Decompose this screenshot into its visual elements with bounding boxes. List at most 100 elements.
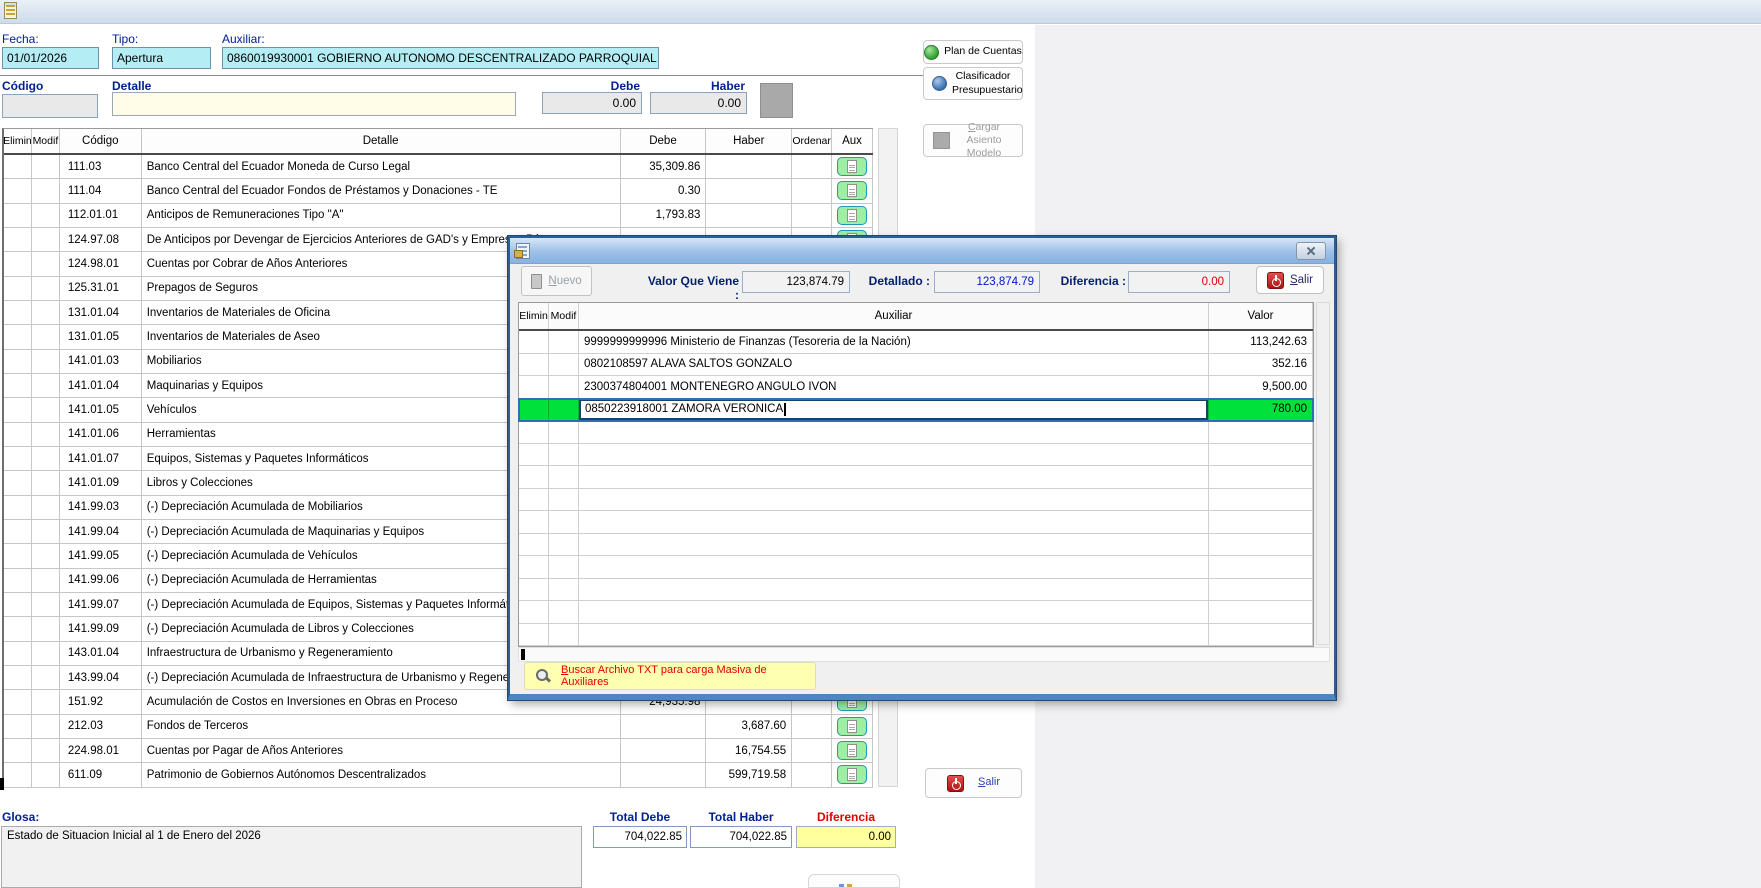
elimin-cell[interactable]: [4, 423, 32, 446]
valor-cell: [1209, 579, 1313, 601]
elimin-cell[interactable]: [4, 350, 32, 373]
elimin-cell[interactable]: [4, 374, 32, 397]
modif-cell[interactable]: [32, 350, 60, 373]
clasificador-button[interactable]: Clasificador Presupuestario: [923, 67, 1023, 100]
codigo-field[interactable]: [2, 94, 98, 118]
debe-cell: 35,309.86: [621, 155, 707, 178]
elimin-cell[interactable]: [4, 398, 32, 421]
aux-detail-button[interactable]: [837, 765, 867, 784]
aux-detail-button[interactable]: [837, 741, 867, 760]
modif-cell[interactable]: [32, 325, 60, 348]
haber-cell: [706, 179, 792, 202]
modif-cell[interactable]: [32, 301, 60, 324]
elimin-cell[interactable]: [4, 593, 32, 616]
elimin-cell: [519, 601, 549, 623]
modif-cell[interactable]: [32, 617, 60, 640]
modif-cell: [549, 534, 579, 556]
modif-cell[interactable]: [32, 374, 60, 397]
tipo-field[interactable]: Apertura: [112, 47, 211, 69]
codigo-cell: 611.09: [60, 763, 142, 786]
modif-cell[interactable]: [32, 544, 60, 567]
aux-detail-button[interactable]: [837, 157, 867, 176]
dialog-titlebar[interactable]: [510, 238, 1334, 264]
elimin-cell[interactable]: [519, 354, 549, 376]
auxiliar-cell: 2300374804001 MONTENEGRO ANGULO IVON: [579, 376, 1209, 398]
dialog-horizontal-scrollbar[interactable]: [518, 647, 1330, 662]
salir-button[interactable]: Salir: [925, 768, 1022, 798]
modif-cell[interactable]: [32, 690, 60, 713]
modif-cell[interactable]: [32, 155, 60, 178]
elimin-cell[interactable]: [4, 204, 32, 227]
elimin-cell[interactable]: [4, 715, 32, 738]
elimin-cell[interactable]: [4, 617, 32, 640]
auxiliar-editor-input[interactable]: 0850223918001 ZAMORA VERONICA: [579, 399, 1208, 421]
auxiliar-field[interactable]: 0860019930001 GOBIERNO AUTONOMO DESCENTR…: [222, 47, 659, 69]
elimin-cell[interactable]: [519, 376, 549, 398]
elimin-cell[interactable]: [519, 331, 549, 353]
blank-square-button[interactable]: [760, 83, 793, 118]
glosa-textarea[interactable]: Estado de Situacion Inicial al 1 de Ener…: [1, 826, 582, 888]
modif-cell[interactable]: [549, 399, 579, 421]
modif-cell: [549, 421, 579, 443]
buscar-txt-button[interactable]: Buscar Archivo TXT para carga Masiva de …: [524, 662, 816, 690]
partial-bottom-button[interactable]: [808, 874, 900, 888]
modif-cell[interactable]: [32, 642, 60, 665]
aux-cell: [832, 739, 873, 762]
close-icon: [1306, 246, 1316, 256]
elimin-cell[interactable]: [4, 496, 32, 519]
elimin-cell[interactable]: [4, 666, 32, 689]
elimin-cell[interactable]: [4, 179, 32, 202]
elimin-cell[interactable]: [4, 642, 32, 665]
modif-cell[interactable]: [549, 354, 579, 376]
modif-cell[interactable]: [32, 423, 60, 446]
modif-cell[interactable]: [32, 471, 60, 494]
modif-cell[interactable]: [32, 179, 60, 202]
elimin-cell[interactable]: [4, 690, 32, 713]
dialog-header-modif: Modif: [549, 303, 579, 329]
header-aux: Aux: [832, 129, 873, 153]
modif-cell[interactable]: [32, 715, 60, 738]
aux-detail-button[interactable]: [837, 717, 867, 736]
elimin-cell[interactable]: [4, 301, 32, 324]
dialog-salir-button[interactable]: Salir: [1256, 266, 1324, 294]
modif-cell[interactable]: [32, 496, 60, 519]
modif-cell[interactable]: [32, 666, 60, 689]
elimin-cell[interactable]: [519, 399, 549, 421]
plan-de-cuentas-button[interactable]: Plan de Cuentas: [923, 40, 1023, 64]
aux-detail-button[interactable]: [837, 181, 867, 200]
fecha-field[interactable]: 01/01/2026: [2, 47, 99, 69]
modif-cell[interactable]: [32, 398, 60, 421]
dialog-close-button[interactable]: [1296, 242, 1326, 260]
modif-cell[interactable]: [32, 739, 60, 762]
elimin-cell[interactable]: [4, 763, 32, 786]
elimin-cell[interactable]: [4, 471, 32, 494]
elimin-cell[interactable]: [4, 155, 32, 178]
elimin-cell[interactable]: [4, 569, 32, 592]
auxiliar-cell: [579, 624, 1209, 646]
haber-cell: [706, 155, 792, 178]
valor-cell: 113,242.63: [1209, 331, 1313, 353]
elimin-cell[interactable]: [4, 520, 32, 543]
detalle-input[interactable]: [112, 92, 516, 116]
modif-cell[interactable]: [549, 331, 579, 353]
modif-cell[interactable]: [32, 252, 60, 275]
modif-cell[interactable]: [32, 593, 60, 616]
modif-cell[interactable]: [32, 447, 60, 470]
modif-cell[interactable]: [32, 277, 60, 300]
aux-detail-button[interactable]: [837, 206, 867, 225]
elimin-cell[interactable]: [4, 252, 32, 275]
document-icon: [847, 768, 857, 781]
modif-cell[interactable]: [32, 763, 60, 786]
elimin-cell[interactable]: [4, 277, 32, 300]
modif-cell[interactable]: [32, 520, 60, 543]
elimin-cell[interactable]: [4, 447, 32, 470]
modif-cell[interactable]: [32, 569, 60, 592]
modif-cell[interactable]: [549, 376, 579, 398]
modif-cell[interactable]: [32, 228, 60, 251]
modif-cell[interactable]: [32, 204, 60, 227]
elimin-cell[interactable]: [4, 544, 32, 567]
elimin-cell[interactable]: [4, 739, 32, 762]
elimin-cell[interactable]: [4, 228, 32, 251]
dialog-vertical-scrollbar[interactable]: [1316, 302, 1330, 645]
elimin-cell[interactable]: [4, 325, 32, 348]
